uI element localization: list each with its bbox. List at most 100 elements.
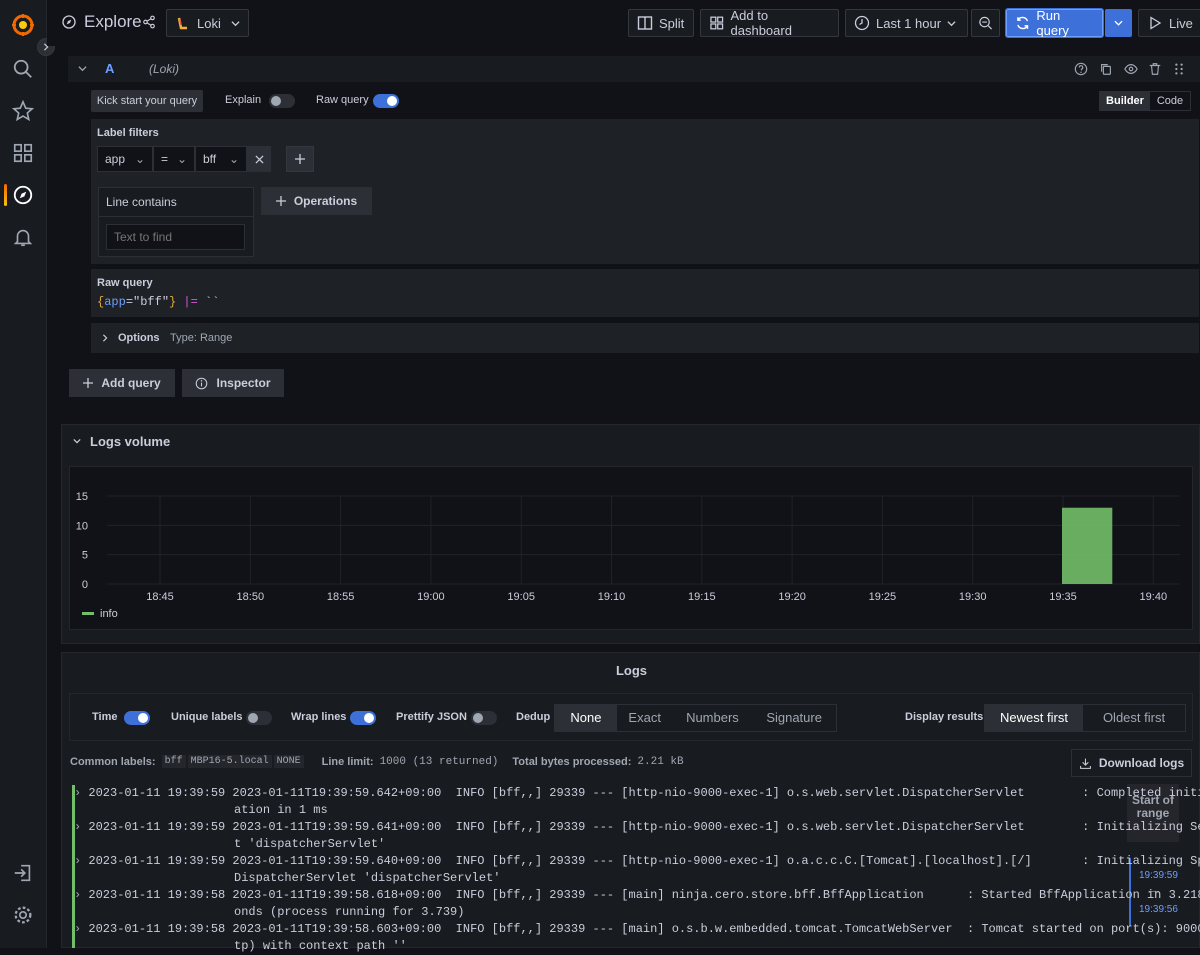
kick-start-button[interactable]: Kick start your query <box>91 90 203 112</box>
star-icon[interactable] <box>12 100 34 122</box>
live-button[interactable]: Live <box>1138 9 1200 37</box>
time-range-picker[interactable]: Last 1 hour <box>845 9 968 37</box>
chevron-down-icon: ⌄ <box>134 152 145 166</box>
bytes-value: 2.21 kB <box>637 755 684 768</box>
inspector-button[interactable]: Inspector <box>182 369 284 397</box>
sign-in-icon[interactable] <box>12 862 34 884</box>
query-ref-id[interactable]: A <box>105 61 114 76</box>
grafana-logo-icon[interactable] <box>11 13 35 37</box>
expand-log-icon[interactable]: › <box>74 820 88 834</box>
bell-icon[interactable] <box>12 226 34 248</box>
chevron-down-icon[interactable] <box>73 437 81 445</box>
expand-log-icon[interactable]: › <box>74 786 88 800</box>
label-filters-section: Label filters app ⌄ = ⌄ bff ⌄ Line contains <box>91 119 1199 264</box>
log-line-text: 2023-01-11 19:39:58 2023-01-11T19:39:58.… <box>88 922 1200 936</box>
zoom-out-button[interactable] <box>971 9 1000 37</box>
log-line-wrap: tp) with context path '' <box>90 939 407 953</box>
add-query-button[interactable]: Add query <box>69 369 175 397</box>
raw-pipe: |= <box>176 295 206 309</box>
download-icon <box>1079 758 1091 769</box>
dedup-signature-option[interactable]: Signature <box>752 705 836 731</box>
logs-volume-panel: Logs volume 15 10 5 0 18:45 18:50 18:55 19:00 19… <box>61 424 1200 644</box>
bytes-label: Total bytes processed: <box>512 755 632 768</box>
x-tick-label: 19:10 <box>598 591 626 603</box>
operations-button[interactable]: Operations <box>261 187 372 215</box>
logs-meta-row: Common labels: bff MBP16-5.local NONE Li… <box>70 755 684 768</box>
dedup-radio-group: None Exact Numbers Signature <box>554 704 837 732</box>
logs-volume-chart-frame: 15 10 5 0 18:45 18:50 18:55 19:00 19:05 19:10 19:1… <box>69 466 1193 630</box>
trash-icon[interactable] <box>1148 62 1162 76</box>
split-button[interactable]: Split <box>628 9 694 37</box>
add-filter-button[interactable] <box>286 146 314 172</box>
plus-icon <box>295 154 305 164</box>
info-circle-icon <box>196 377 208 389</box>
builder-tab[interactable]: Builder <box>1100 92 1150 110</box>
label-key-select[interactable]: app ⌄ <box>97 146 153 172</box>
label-op-value: = <box>161 152 169 166</box>
explore-compass-icon <box>61 14 77 30</box>
explain-toggle[interactable] <box>269 93 295 108</box>
time-toggle[interactable] <box>124 710 150 725</box>
inspector-label: Inspector <box>216 376 271 390</box>
prettify-json-label: Prettify JSON <box>396 711 467 723</box>
wrap-lines-toggle[interactable] <box>350 710 376 725</box>
drag-handle-icon[interactable] <box>1172 62 1186 76</box>
run-query-interval-button[interactable] <box>1105 9 1132 37</box>
search-icon[interactable] <box>12 58 34 80</box>
order-radio-group: Newest first Oldest first <box>984 704 1186 732</box>
label-value-select[interactable]: bff ⌄ <box>195 146 247 172</box>
raw-query-toggle[interactable] <box>373 93 399 108</box>
duplicate-icon[interactable] <box>1099 62 1113 76</box>
download-logs-button[interactable]: Download logs <box>1071 749 1192 777</box>
eye-icon[interactable] <box>1124 62 1138 76</box>
x-tick-label: 19:30 <box>959 591 987 603</box>
remove-filter-button[interactable] <box>247 146 271 172</box>
code-tab[interactable]: Code <box>1150 92 1190 110</box>
dashboards-icon[interactable] <box>12 142 34 164</box>
expand-log-icon[interactable]: › <box>74 922 88 936</box>
collapse-query-icon[interactable] <box>78 64 88 74</box>
label-op-select[interactable]: = ⌄ <box>153 146 195 172</box>
oldest-first-option[interactable]: Oldest first <box>1083 705 1185 731</box>
newest-first-option[interactable]: Newest first <box>985 705 1083 731</box>
raw-eq: = <box>125 295 134 309</box>
share-icon[interactable] <box>142 15 156 29</box>
dedup-exact-option[interactable]: Exact <box>617 705 673 731</box>
datasource-name: Loki <box>197 15 221 31</box>
add-query-label: Add query <box>101 376 161 390</box>
query-editor-panel: A (Loki) Kick start your query Explain R… <box>61 46 1200 406</box>
line-limit-value: 1000 (13 returned) <box>379 755 499 768</box>
run-query-button[interactable]: Run query <box>1005 8 1104 38</box>
plus-icon <box>83 378 94 388</box>
log-line-wrap: onds (process running for 3.739) <box>90 905 465 919</box>
help-icon[interactable] <box>1074 62 1088 76</box>
dedup-none-option[interactable]: None <box>555 705 617 731</box>
clock-icon <box>854 15 870 31</box>
label-filter-group: app ⌄ = ⌄ bff ⌄ <box>97 146 271 172</box>
prettify-json-toggle[interactable] <box>471 710 497 725</box>
text-to-find-input[interactable] <box>106 224 245 250</box>
common-label-chip: MBP16-5.local <box>187 755 272 768</box>
common-label-chip: bff <box>161 755 186 768</box>
x-tick-label: 19:15 <box>688 591 716 603</box>
compass-icon[interactable] <box>12 184 34 206</box>
options-row[interactable]: Options Type: Range <box>91 323 1199 353</box>
datasource-picker[interactable]: Loki <box>166 9 249 37</box>
logs-volume-title: Logs volume <box>90 434 171 449</box>
x-tick-label: 19:40 <box>1140 591 1168 603</box>
x-tick-label: 18:45 <box>146 591 174 603</box>
unique-labels-toggle[interactable] <box>246 710 272 725</box>
dedup-numbers-option[interactable]: Numbers <box>673 705 753 731</box>
expand-log-icon[interactable]: › <box>74 854 88 868</box>
legend-label: info <box>100 608 118 620</box>
cog-icon[interactable] <box>12 904 34 926</box>
time-label: Time <box>92 711 118 723</box>
expand-log-icon[interactable]: › <box>74 888 88 902</box>
logs-title: Logs <box>615 663 648 678</box>
legend-swatch <box>82 612 94 615</box>
live-label: Live <box>1169 15 1193 31</box>
volume-bar <box>1062 507 1113 584</box>
wrap-lines-label: Wrap lines <box>291 711 347 723</box>
add-to-dashboard-button[interactable]: Add to dashboard <box>700 8 839 38</box>
chevron-down-icon <box>231 20 240 26</box>
